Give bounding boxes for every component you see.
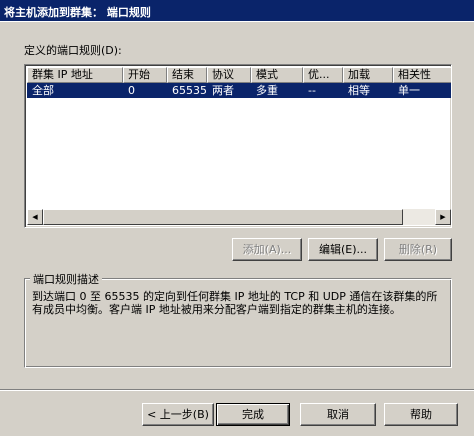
title-bar: 将主机添加到群集： 端口规则 [0,0,474,22]
column-header-protocol[interactable]: 协议 [207,67,251,83]
back-button[interactable]: < 上一步(B) [142,403,214,426]
scroll-left-icon[interactable]: ◀ [27,209,43,225]
table-row[interactable]: 全部 0 65535 两者 多重 -- 相等 单一 [27,83,451,98]
rule-description-title: 端口规则描述 [30,271,102,287]
edit-rule-button[interactable]: 编辑(E)... [308,238,378,261]
cell-load: 相等 [348,84,370,97]
delete-rule-button[interactable]: 删除(R) [384,238,452,261]
window-title: 将主机添加到群集： 端口规则 [4,6,151,19]
cell-end: 65535 [172,84,207,97]
cell-affinity: 单一 [398,84,420,97]
rules-list-label: 定义的端口规则(D): [24,44,122,57]
column-header-start[interactable]: 开始 [123,67,167,83]
port-rules-listview[interactable]: 群集 IP 地址 开始 结束 协议 模式 优... 加载 相关性 全部 0 65… [24,64,452,228]
add-rule-button[interactable]: 添加(A)... [232,238,302,261]
help-button[interactable]: 帮助 [384,403,458,426]
column-header-end[interactable]: 结束 [167,67,207,83]
column-header-mode[interactable]: 模式 [251,67,303,83]
rule-description-text: 到达端口 0 至 65535 的定向到任何群集 IP 地址的 TCP 和 UDP… [32,290,438,316]
cell-start: 0 [128,84,135,97]
listview-header: 群集 IP 地址 开始 结束 协议 模式 优... 加载 相关性 [27,67,451,83]
cancel-button[interactable]: 取消 [300,403,376,426]
horizontal-scrollbar[interactable]: ◀ ▶ [27,209,451,225]
scroll-right-icon[interactable]: ▶ [435,209,451,225]
cell-priority: -- [308,84,316,97]
scrollbar-thumb[interactable] [43,209,403,225]
column-header-load[interactable]: 加载 [343,67,393,83]
footer-divider [0,389,474,391]
column-header-affinity[interactable]: 相关性 [393,67,451,83]
cell-mode: 多重 [256,84,278,97]
cell-cluster-ip: 全部 [32,84,54,97]
finish-button[interactable]: 完成 [216,403,290,426]
column-header-cluster-ip[interactable]: 群集 IP 地址 [27,67,123,83]
cell-protocol: 两者 [212,84,234,97]
column-header-priority[interactable]: 优... [303,67,343,83]
